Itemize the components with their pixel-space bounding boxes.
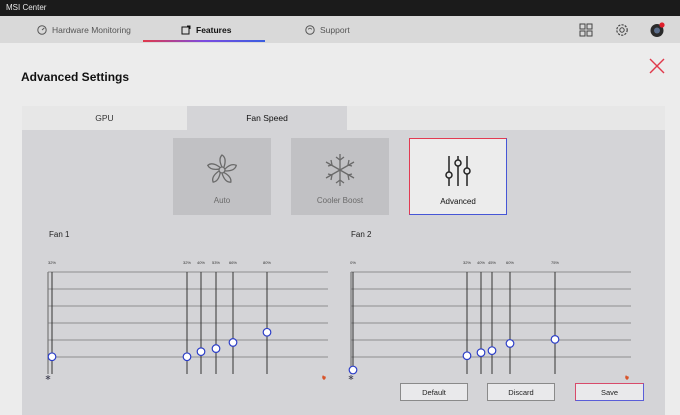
fan-icon [206, 154, 238, 183]
nav-active-indicator [143, 40, 265, 42]
high-temp-flame-icon [625, 375, 629, 380]
window-titlebar: MSI Center [0, 0, 680, 16]
fan-speed-panel: Auto Cooler Boost Advanced Fan 1 Fan 2 3… [22, 130, 665, 415]
mode-cooler-boost-label: Cooler Boost [316, 196, 364, 205]
fan-curve-point[interactable] [487, 346, 497, 356]
discard-button[interactable]: Discard [487, 383, 555, 401]
fan-point-label: 60% [506, 260, 514, 265]
fan-curve-point[interactable] [262, 327, 272, 337]
snowflake-icon [325, 154, 355, 186]
default-button[interactable]: Default [400, 383, 468, 401]
main-content: Advanced Settings GPU Fan Speed Auto Coo… [0, 43, 680, 415]
mode-advanced-card[interactable]: Advanced [409, 138, 507, 215]
mode-auto-card[interactable]: Auto [173, 138, 271, 215]
fan-curve-point[interactable] [550, 334, 560, 344]
gear-icon[interactable] [614, 22, 630, 38]
fan1-label: Fan 1 [49, 230, 70, 239]
fan-curve-point[interactable] [211, 344, 221, 353]
low-temp-snowflake-icon [348, 375, 354, 380]
features-icon [181, 25, 191, 34]
fan-point-label: 80% [263, 260, 271, 265]
nav-features[interactable]: Features [181, 16, 231, 43]
page-title: Advanced Settings [21, 70, 130, 84]
fan-curve-point[interactable] [228, 338, 238, 347]
gauge-icon [37, 24, 47, 35]
fan1-curve-svg: 32% 32% 40% 53% 66% 80% [45, 260, 328, 380]
fan-curve-point[interactable] [196, 347, 206, 357]
fan-point-label: 45% [488, 260, 496, 265]
fan1-curve-chart: 32% 32% 40% 53% 66% 80% [44, 252, 334, 380]
fan-curve-point[interactable] [476, 348, 486, 358]
grid-icon[interactable] [578, 22, 594, 38]
fan-point-label: 40% [197, 260, 205, 265]
fan-point-label: 32% [48, 260, 56, 265]
tab-gpu[interactable]: GPU [22, 106, 187, 130]
fan-point-label: 32% [463, 260, 471, 265]
nav-features-label: Features [196, 24, 232, 35]
nav-support[interactable]: Support [305, 16, 350, 43]
avatar-icon[interactable] [649, 22, 665, 38]
mode-advanced-label: Advanced [440, 197, 476, 206]
tab-fan-speed[interactable]: Fan Speed [187, 106, 347, 130]
nav-hardware-monitoring-label: Hardware Monitoring [52, 24, 131, 35]
fan2-curve-svg: 0% 32% 40% 45% 60% 75% [348, 260, 631, 380]
fan-point-label: 75% [551, 260, 559, 265]
high-temp-flame-icon [322, 375, 326, 380]
settings-tabs: GPU Fan Speed [22, 106, 665, 130]
sliders-icon [445, 156, 471, 186]
fan2-curve-chart: 0% 32% 40% 45% 60% 75% [347, 252, 637, 380]
fan-point-label: 66% [229, 260, 237, 265]
close-icon[interactable] [648, 57, 666, 75]
save-button[interactable]: Save [575, 383, 644, 401]
fan-point-label: 32% [183, 260, 191, 265]
nav-hardware-monitoring[interactable]: Hardware Monitoring [37, 16, 131, 43]
support-icon [305, 24, 315, 35]
fan-curve-point[interactable] [182, 352, 192, 362]
low-temp-snowflake-icon [45, 375, 51, 380]
fan-point-label: 0% [350, 260, 356, 265]
window-title: MSI Center [6, 3, 47, 12]
fan-point-label: 40% [477, 260, 485, 265]
mode-auto-label: Auto [213, 196, 231, 205]
fan-point-label: 53% [212, 260, 220, 265]
fan2-label: Fan 2 [351, 230, 372, 239]
fan-curve-point[interactable] [348, 365, 358, 375]
nav-support-label: Support [320, 24, 350, 35]
fan-curve-point[interactable] [47, 352, 57, 362]
fan-curve-point[interactable] [462, 351, 472, 361]
fan-curve-point[interactable] [505, 339, 515, 348]
mode-cooler-boost-card[interactable]: Cooler Boost [291, 138, 389, 215]
